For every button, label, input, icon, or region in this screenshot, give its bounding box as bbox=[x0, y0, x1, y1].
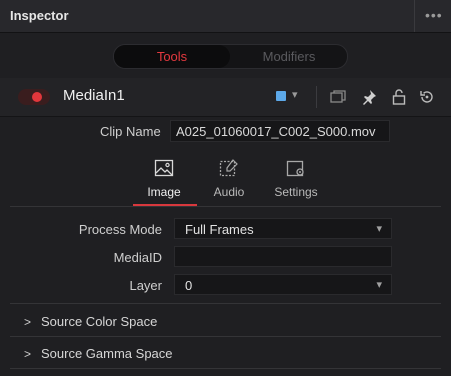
mode-tab-switch: Tools Modifiers bbox=[113, 44, 348, 69]
process-mode-label: Process Mode bbox=[78, 222, 162, 237]
clip-name-field[interactable]: A025_01060017_C002_S000.mov bbox=[170, 120, 390, 142]
chevron-right-icon: > bbox=[24, 315, 32, 329]
reset-icon[interactable] bbox=[418, 88, 436, 106]
tab-image[interactable]: Image bbox=[133, 152, 195, 204]
pin-icon[interactable] bbox=[360, 88, 378, 106]
chevron-right-icon: > bbox=[24, 347, 32, 361]
clip-name-label: Clip Name bbox=[100, 124, 161, 139]
tab-settings-label: Settings bbox=[274, 185, 318, 199]
ellipsis-icon[interactable]: ••• bbox=[425, 7, 443, 23]
layer-value: 0 bbox=[185, 278, 193, 293]
process-mode-value: Full Frames bbox=[185, 222, 254, 237]
section-source-color-space[interactable]: > Source Color Space bbox=[0, 307, 451, 337]
section-source-gamma-space[interactable]: > Source Gamma Space bbox=[0, 339, 451, 369]
chevron-down-icon: ▾ bbox=[376, 279, 382, 291]
media-id-field[interactable] bbox=[174, 246, 392, 267]
settings-icon bbox=[286, 160, 304, 177]
tab-image-label: Image bbox=[147, 185, 181, 199]
chevron-down-icon[interactable]: ▾ bbox=[292, 88, 298, 101]
layer-label: Layer bbox=[129, 278, 162, 293]
divider bbox=[10, 303, 441, 304]
tool-enable-toggle[interactable] bbox=[18, 89, 50, 105]
toggle-dot bbox=[32, 92, 42, 102]
divider bbox=[10, 336, 441, 337]
section-title: Source Gamma Space bbox=[41, 346, 173, 361]
tab-audio[interactable]: Audio bbox=[198, 152, 260, 204]
audio-icon bbox=[219, 159, 238, 177]
tab-tools[interactable]: Tools bbox=[114, 45, 230, 68]
layer-dropdown[interactable]: 0 ▾ bbox=[174, 274, 392, 295]
tab-audio-label: Audio bbox=[213, 185, 245, 199]
tool-name: MediaIn1 bbox=[63, 87, 125, 104]
lock-icon[interactable] bbox=[390, 88, 408, 106]
sub-tab-bar: Image Audio Settings bbox=[0, 152, 451, 204]
title-separator bbox=[414, 0, 415, 32]
divider bbox=[10, 368, 441, 369]
section-title: Source Color Space bbox=[41, 314, 158, 329]
inspector-title-bar: Inspector ••• bbox=[0, 0, 451, 33]
chevron-down-icon: ▾ bbox=[376, 223, 382, 235]
divider bbox=[10, 206, 441, 207]
toolbar-separator bbox=[316, 86, 317, 108]
tab-settings[interactable]: Settings bbox=[265, 152, 327, 204]
process-mode-dropdown[interactable]: Full Frames ▾ bbox=[174, 218, 392, 239]
tab-modifiers[interactable]: Modifiers bbox=[231, 45, 347, 68]
tool-header-row: MediaIn1 ▾ bbox=[0, 78, 451, 117]
versions-icon[interactable] bbox=[329, 88, 347, 106]
panel-title: Inspector bbox=[10, 8, 69, 23]
media-id-label: MediaID bbox=[113, 250, 162, 265]
image-icon bbox=[154, 159, 174, 177]
tool-color-swatch[interactable] bbox=[276, 91, 286, 101]
